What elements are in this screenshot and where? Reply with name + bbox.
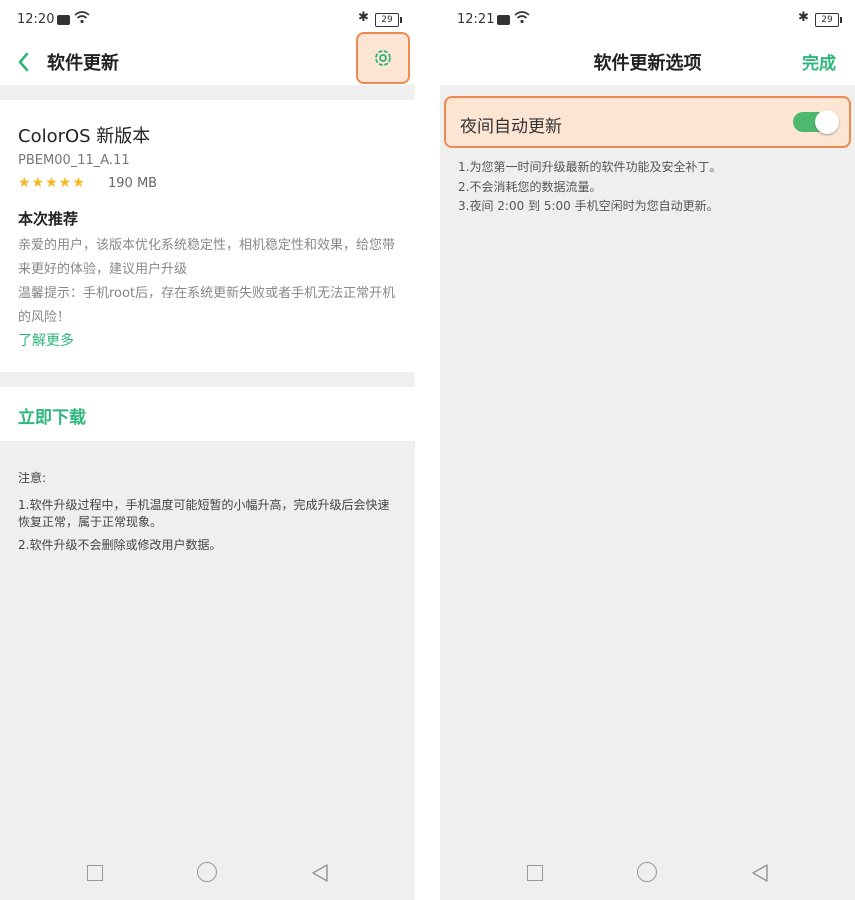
night-auto-update-row[interactable]: 夜间自动更新 <box>444 96 851 148</box>
navigation-bar <box>0 845 415 900</box>
message-icon <box>57 15 70 25</box>
bluetooth-icon: ✱ <box>798 10 809 25</box>
wifi-icon <box>74 11 90 24</box>
battery-icon: 29 <box>375 13 402 27</box>
app-version-title: ColorOS 新版本 <box>18 126 151 147</box>
triangle-left-icon[interactable] <box>751 863 769 883</box>
notes-title: 注意: <box>18 471 47 485</box>
update-options-screen: 12:21 ✱ 29 软件更新选项 完成 夜间自动更新 1.为您第一时间升级最新… <box>440 0 855 900</box>
navigation-bar <box>440 845 855 900</box>
note-item: 1.软件升级过程中，手机温度可能短暂的小幅升高，完成升级后会快速恢复正常，属于正… <box>18 498 390 529</box>
gear-icon <box>375 50 391 66</box>
description-paragraph: 亲爱的用户，该版本优化系统稳定性，相机稳定性和效果，给您带来更好的体验，建议用户… <box>18 238 396 277</box>
status-time: 12:21 <box>457 12 495 27</box>
learn-more-link[interactable]: 了解更多 <box>18 330 74 350</box>
triangle-left-icon[interactable] <box>311 863 329 883</box>
update-info-card: ColorOS 新版本 PBEM00_11_A.11 ★★★★★ 190 MB … <box>0 100 415 372</box>
package-size: 190 MB <box>108 176 158 191</box>
build-number: PBEM00_11_A.11 <box>18 153 130 168</box>
chevron-left-icon[interactable] <box>14 49 32 75</box>
description-line: 3.夜间 2:00 到 5:00 手机空闲时为您自动更新。 <box>458 199 719 213</box>
rating-stars: ★★★★★ <box>18 175 86 191</box>
status-time: 12:20 <box>17 12 55 27</box>
description-paragraph: 温馨提示：手机root后，存在系统更新失败或者手机无法正常开机的风险！ <box>18 286 396 325</box>
software-update-screen: 12:20 ✱ 29 软件更新 ColorOS 新版本 PBEM00_11_A.… <box>0 0 415 900</box>
square-icon[interactable] <box>527 865 543 881</box>
wifi-icon <box>514 11 530 24</box>
message-icon <box>497 15 510 25</box>
bluetooth-icon: ✱ <box>358 10 369 25</box>
update-description: 亲爱的用户，该版本优化系统稳定性，相机稳定性和效果，给您带来更好的体验，建议用户… <box>18 234 403 330</box>
settings-button[interactable] <box>356 32 410 84</box>
note-item: 2.软件升级不会删除或修改用户数据。 <box>18 538 222 552</box>
status-bar: 12:21 ✱ 29 <box>440 0 855 40</box>
option-description: 1.为您第一时间升级最新的软件功能及安全补丁。 2.不会消耗您的数据流量。 3.… <box>458 158 843 217</box>
square-icon[interactable] <box>87 865 103 881</box>
notes-section: 注意: 1.软件升级过程中，手机温度可能短暂的小幅升高，完成升级后会快速恢复正常… <box>18 470 398 560</box>
download-now-button[interactable]: 立即下载 <box>0 387 415 441</box>
page-title: 软件更新 <box>47 53 119 74</box>
page-title: 软件更新选项 <box>593 53 702 74</box>
night-auto-update-switch[interactable] <box>793 110 839 134</box>
status-bar: 12:20 ✱ 29 <box>0 0 415 40</box>
night-auto-update-label: 夜间自动更新 <box>460 117 562 137</box>
switch-knob <box>815 110 839 134</box>
battery-icon: 29 <box>815 13 842 27</box>
description-line: 2.不会消耗您的数据流量。 <box>458 179 602 194</box>
done-button[interactable]: 完成 <box>802 49 836 74</box>
recommend-heading: 本次推荐 <box>18 210 79 228</box>
circle-icon[interactable] <box>637 862 657 882</box>
circle-icon[interactable] <box>197 862 217 882</box>
app-header: 软件更新 <box>0 32 415 85</box>
description-line: 1.为您第一时间升级最新的软件功能及安全补丁。 <box>458 160 722 174</box>
download-now-label: 立即下载 <box>18 408 86 428</box>
app-header: 软件更新选项 完成 <box>440 40 855 85</box>
